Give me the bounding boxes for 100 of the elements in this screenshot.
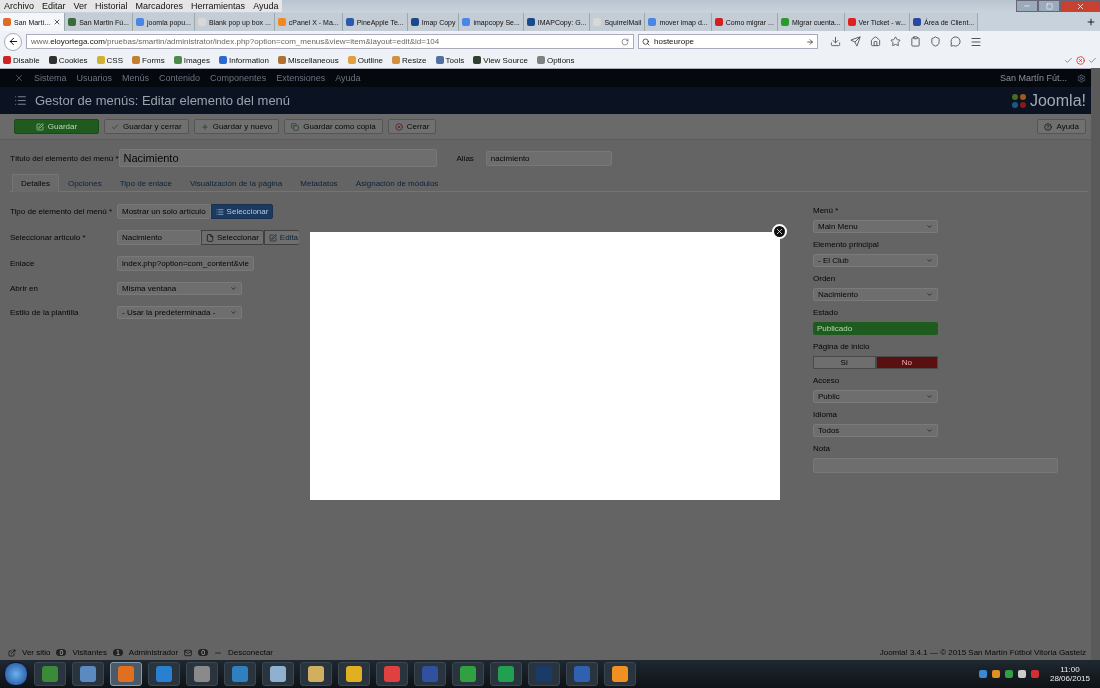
taskbar-app[interactable]	[604, 662, 636, 686]
help-button[interactable]: Ayuda	[1037, 119, 1086, 134]
toolbar-menu[interactable]: View Source	[473, 55, 528, 65]
menu-item[interactable]: Ayuda	[253, 1, 279, 11]
field-label: Alias	[456, 153, 474, 163]
back-button[interactable]	[4, 32, 22, 51]
chevron-down-icon	[926, 393, 933, 400]
settings-icon[interactable]	[1077, 73, 1086, 83]
toolbar-button[interactable]: Guardar y nuevo	[193, 119, 280, 134]
copyright-text: Joomla! 3.4.1 — © 2015 San Martín Fútbol Vitoria Gasteiz	[879, 648, 1086, 657]
clock-date: 28/06/2015	[1049, 674, 1090, 683]
taskbar-app[interactable]	[186, 662, 218, 686]
menu-item[interactable]: Marcadores	[135, 1, 184, 11]
tab[interactable]: Detalles	[12, 174, 59, 192]
nav-item[interactable]: Componentes	[210, 73, 267, 83]
maximize-button[interactable]	[1038, 0, 1060, 12]
toolbar-menu[interactable]: CSS	[96, 55, 124, 65]
field-label: Enlace	[10, 258, 36, 269]
home-icon[interactable]	[870, 36, 881, 47]
toggle-option[interactable]: No	[875, 356, 938, 369]
status-select[interactable]: Publicado	[813, 322, 938, 335]
start-button[interactable]	[4, 662, 28, 686]
taskbar-app[interactable]	[490, 662, 522, 686]
toolbar-menu[interactable]: Options	[536, 55, 575, 65]
toolbar-menu[interactable]: Images	[173, 55, 210, 65]
select-field[interactable]: - Usar la predeterminada -	[117, 306, 242, 319]
joomla-logo-text: Joomla!	[1029, 91, 1086, 110]
chevron-down-icon	[926, 291, 933, 298]
field-label: Nota	[813, 444, 831, 453]
minimize-icon	[1023, 2, 1031, 10]
list-icon	[215, 207, 224, 216]
menu-item[interactable]: Herramientas	[191, 1, 246, 11]
select-field[interactable]: - El Club	[813, 254, 938, 267]
select-field[interactable]: Todos	[813, 424, 938, 437]
taskbar-app[interactable]	[72, 662, 104, 686]
check-icon	[1088, 55, 1097, 65]
title-field[interactable]: Nacimiento	[118, 149, 437, 167]
shield-icon[interactable]	[930, 36, 941, 47]
address-field[interactable]: www.eloyortega.com/pruebas/smartin/administrator/index.php?option=com_menus&view=item&layout=edit&id=104	[26, 34, 634, 49]
nav-item[interactable]: Extensiones	[276, 73, 326, 83]
toolbar-button[interactable]: Cerrar	[387, 119, 437, 134]
nav-item[interactable]: Menús	[122, 73, 150, 83]
toolbar-menu[interactable]: Forms	[132, 55, 165, 65]
check-icon	[1064, 55, 1073, 65]
alias-field[interactable]: nacimiento	[485, 150, 612, 166]
site-link[interactable]: San Martín Fút...	[999, 73, 1067, 83]
chat-icon[interactable]	[950, 36, 961, 47]
toolbar-menu[interactable]: Information	[218, 55, 269, 65]
select-field[interactable]: Nacimiento	[813, 288, 938, 301]
select-button[interactable]: Seleccionar	[210, 204, 274, 219]
toolbar-menu[interactable]: Resize	[392, 55, 427, 65]
nav-item[interactable]: Usuarios	[76, 73, 113, 83]
taskbar-app[interactable]	[148, 662, 180, 686]
select-button[interactable]: Seleccionar	[201, 230, 264, 245]
footer-label: Administrador	[128, 648, 179, 657]
reload-icon[interactable]	[621, 37, 629, 46]
close-icon[interactable]	[53, 18, 62, 26]
toolbar-menu[interactable]: Cookies	[48, 55, 88, 65]
toolbar-button[interactable]: Guardar y cerrar	[104, 119, 189, 134]
toolbar-menu[interactable]: Disable	[3, 55, 40, 65]
nav-item[interactable]: Ayuda	[335, 73, 361, 83]
menu-item[interactable]: Archivo	[4, 1, 34, 11]
arrow-right-icon[interactable]	[806, 37, 814, 46]
menu-item[interactable]: Ver	[73, 1, 88, 11]
search-icon	[642, 37, 650, 46]
taskbar-app[interactable]	[34, 662, 66, 686]
minimize-button[interactable]	[1016, 0, 1038, 12]
send-icon[interactable]	[850, 36, 861, 47]
field-label: Idioma	[813, 410, 838, 419]
taskbar-app[interactable]	[224, 662, 256, 686]
nav-item[interactable]: Contenido	[159, 73, 201, 83]
menu-item[interactable]: Editar	[42, 1, 66, 11]
menu-icon[interactable]	[970, 35, 982, 48]
search-field[interactable]: hosteurope	[638, 34, 818, 49]
nav-item[interactable]: Sistema	[34, 73, 67, 83]
edit-icon	[268, 233, 277, 242]
taskbar-app[interactable]	[262, 662, 294, 686]
scrollbar[interactable]	[1091, 68, 1100, 660]
toolbar-button[interactable]: Guardar como copia	[284, 119, 383, 134]
download-icon[interactable]	[830, 36, 841, 47]
taskbar-app[interactable]	[376, 662, 408, 686]
select-field[interactable]: Misma ventana	[117, 282, 242, 295]
toolbar-menu[interactable]: Miscellaneous	[278, 55, 339, 65]
menu-list-icon	[14, 94, 27, 107]
field-label: Título del elemento del menú *	[10, 152, 119, 164]
clipboard-icon[interactable]	[910, 36, 921, 47]
menu-item[interactable]: Historial	[95, 1, 128, 11]
taskbar-app[interactable]	[338, 662, 370, 686]
chevron-down-icon	[926, 223, 933, 230]
toolbar-menu[interactable]: Outline	[347, 55, 384, 65]
select-field[interactable]: Public	[813, 390, 938, 403]
text-field[interactable]: index.php?option=com_content&vie	[117, 256, 254, 271]
field-label: Menú *	[813, 206, 840, 215]
star-icon[interactable]	[890, 36, 901, 47]
select-field[interactable]: Main Menu	[813, 220, 938, 233]
toggle-option[interactable]: Sí	[813, 356, 876, 369]
toolbar-menu[interactable]: Tools	[435, 55, 465, 65]
toolbar-button[interactable]: Guardar	[14, 119, 99, 134]
taskbar-app[interactable]	[300, 662, 332, 686]
taskbar-app[interactable]	[452, 662, 484, 686]
